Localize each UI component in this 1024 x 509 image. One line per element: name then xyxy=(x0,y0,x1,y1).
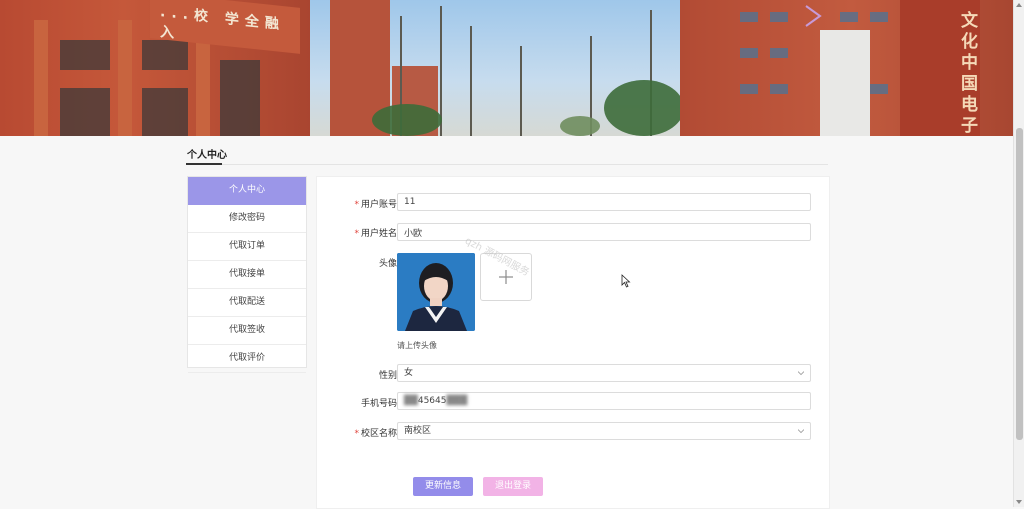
title-divider xyxy=(186,164,828,165)
gender-select[interactable]: 女 xyxy=(397,364,811,382)
sidebar-item-pickup-delivery[interactable]: 代取配送 xyxy=(188,289,306,317)
sidebar-item-change-password[interactable]: 修改密码 xyxy=(188,205,306,233)
required-mark: * xyxy=(354,229,359,239)
sidebar-menu: 个人中心 修改密码 代取订单 代取接单 代取配送 代取签收 代取评价 xyxy=(187,176,307,373)
sidebar-item-pickup-accept[interactable]: 代取接单 xyxy=(188,261,306,289)
name-label: * 用户姓名 xyxy=(354,229,397,239)
campus-label: * 校区名称 xyxy=(354,429,397,439)
gender-label: 性别 xyxy=(378,371,397,381)
sidebar-item-profile[interactable]: 个人中心 xyxy=(188,177,306,205)
phone-masked-suffix: ███ xyxy=(446,396,468,406)
account-input[interactable] xyxy=(397,193,811,211)
title-underline xyxy=(186,163,222,165)
mouse-cursor-icon xyxy=(621,274,631,288)
sidebar-item-pickup-orders[interactable]: 代取订单 xyxy=(188,233,306,261)
campus-value: 南校区 xyxy=(404,426,432,436)
page-title: 个人中心 xyxy=(187,150,227,161)
sidebar-item-pickup-signoff[interactable]: 代取签收 xyxy=(188,317,306,345)
banner-white-facade xyxy=(820,30,870,136)
name-input[interactable] xyxy=(397,223,811,241)
sidebar-item-pickup-review[interactable]: 代取评价 xyxy=(188,345,306,373)
phone-input[interactable]: ██45645███ xyxy=(397,392,811,410)
scroll-down-arrow-icon[interactable] xyxy=(1016,499,1022,505)
required-mark: * xyxy=(354,200,359,210)
avatar-image[interactable] xyxy=(397,253,475,331)
page-scrollbar[interactable] xyxy=(1013,0,1024,507)
phone-label: 手机号码 xyxy=(360,399,397,409)
banner-next-arrow-icon[interactable] xyxy=(802,4,826,28)
banner-sign-right: 文化中国电子 xyxy=(900,0,980,136)
phone-visible-digits: 45645 xyxy=(417,396,447,406)
chevron-down-icon xyxy=(798,371,804,376)
gender-value: 女 xyxy=(404,368,414,378)
avatar-label: 头像 xyxy=(378,259,397,269)
logout-button[interactable]: 退出登录 xyxy=(483,477,543,496)
scroll-up-arrow-icon[interactable] xyxy=(1016,2,1022,8)
header-banner: ...校 学全融入 文化中国电子 xyxy=(0,0,1024,136)
profile-form-panel: *用户账号 *用户姓名 头像 请上传头像 性别 女 手机号码 ██45645██ xyxy=(316,176,830,509)
required-mark: * xyxy=(354,429,359,439)
update-info-button[interactable]: 更新信息 xyxy=(413,477,473,496)
account-label: * 用户账号 xyxy=(354,200,397,210)
avatar-hint: 请上传头像 xyxy=(397,341,437,350)
chevron-down-icon xyxy=(798,429,804,434)
phone-masked-prefix: ██ xyxy=(404,396,418,406)
scrollbar-thumb[interactable] xyxy=(1016,128,1023,440)
campus-select[interactable]: 南校区 xyxy=(397,422,811,440)
